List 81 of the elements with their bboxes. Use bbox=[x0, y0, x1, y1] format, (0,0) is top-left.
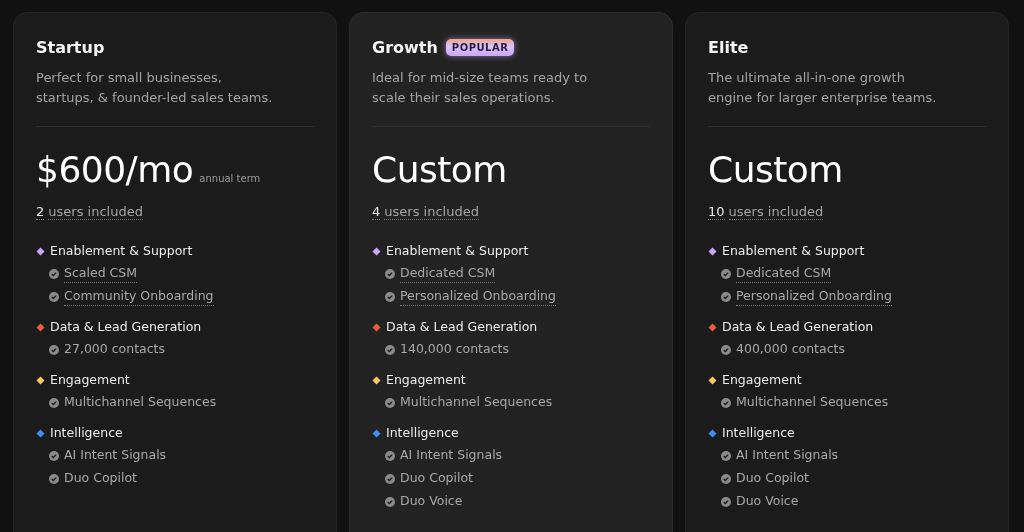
feature-text: 140,000 contacts bbox=[400, 340, 509, 358]
feature-text: Dedicated CSM bbox=[400, 264, 496, 283]
plan-name: Elite bbox=[708, 37, 749, 57]
feature-text: AI Intent Signals bbox=[400, 446, 503, 464]
plan-price: Custom bbox=[708, 149, 843, 190]
diamond-icon bbox=[708, 246, 717, 256]
feature-group-title: Data & Lead Generation bbox=[722, 318, 874, 336]
diamond-icon bbox=[372, 246, 381, 256]
popular-badge: POPULAR bbox=[445, 38, 515, 56]
feature-text: 400,000 contacts bbox=[736, 340, 845, 358]
feature-group-title: Data & Lead Generation bbox=[386, 318, 538, 336]
plan-name: Startup bbox=[36, 37, 105, 57]
feature-text: Dedicated CSM bbox=[736, 264, 832, 283]
check-circle-icon bbox=[385, 344, 395, 355]
diamond-icon bbox=[372, 428, 381, 438]
check-circle-icon bbox=[49, 291, 59, 302]
diamond-icon bbox=[36, 322, 45, 332]
check-circle-icon bbox=[49, 344, 59, 355]
plan-description: Ideal for mid-size teams ready to scale their sales operations. bbox=[372, 69, 589, 107]
users-label: users included bbox=[384, 204, 479, 220]
check-circle-icon bbox=[385, 496, 395, 507]
feature-text: Community Onboarding bbox=[64, 287, 214, 306]
feature-text: AI Intent Signals bbox=[64, 446, 167, 464]
price-term: annual term bbox=[199, 173, 261, 184]
feature-text: Duo Copilot bbox=[736, 469, 809, 487]
feature-text: Scaled CSM bbox=[64, 264, 137, 283]
users-count: 10 bbox=[708, 204, 725, 220]
feature-text: Multichannel Sequences bbox=[400, 393, 553, 411]
feature-text: Multichannel Sequences bbox=[736, 393, 889, 411]
feature-text: Personalized Onboarding bbox=[400, 287, 556, 306]
plan-description: The ultimate all-in-one growth engine for larger enterprise teams. bbox=[708, 69, 938, 107]
plan-name: Growth bbox=[372, 37, 438, 57]
check-circle-icon bbox=[385, 268, 395, 279]
check-circle-icon bbox=[385, 397, 395, 408]
feature-group-title: Intelligence bbox=[50, 424, 123, 442]
diamond-icon bbox=[708, 375, 717, 385]
diamond-icon bbox=[36, 246, 45, 256]
check-circle-icon bbox=[721, 496, 731, 507]
diamond-icon bbox=[708, 322, 717, 332]
feature-text: AI Intent Signals bbox=[736, 446, 839, 464]
check-circle-icon bbox=[721, 397, 731, 408]
check-circle-icon bbox=[49, 473, 59, 484]
check-circle-icon bbox=[721, 344, 731, 355]
users-label: users included bbox=[48, 204, 143, 220]
plan-price: Custom bbox=[372, 149, 507, 190]
feature-group-title: Enablement & Support bbox=[50, 242, 193, 260]
feature-group-title: Data & Lead Generation bbox=[50, 318, 202, 336]
feature-group-title: Engagement bbox=[386, 371, 466, 389]
diamond-icon bbox=[36, 428, 45, 438]
check-circle-icon bbox=[721, 291, 731, 302]
feature-text: Duo Voice bbox=[400, 492, 463, 510]
feature-group-title: Intelligence bbox=[722, 424, 795, 442]
check-circle-icon bbox=[385, 291, 395, 302]
check-circle-icon bbox=[721, 450, 731, 461]
check-circle-icon bbox=[49, 268, 59, 279]
diamond-icon bbox=[36, 375, 45, 385]
plan-description: Perfect for small businesses, startups, & founder-led sales teams. bbox=[36, 69, 274, 107]
feature-group-title: Intelligence bbox=[386, 424, 459, 442]
feature-text: Multichannel Sequences bbox=[64, 393, 217, 411]
feature-group-title: Engagement bbox=[722, 371, 802, 389]
users-count: 4 bbox=[372, 204, 381, 220]
plan-price: $600/mo bbox=[36, 149, 194, 190]
feature-group-title: Engagement bbox=[50, 371, 130, 389]
users-count: 2 bbox=[36, 204, 45, 220]
check-circle-icon bbox=[721, 473, 731, 484]
users-label: users included bbox=[728, 204, 824, 220]
feature-group-title: Enablement & Support bbox=[722, 242, 865, 260]
feature-text: Duo Voice bbox=[736, 492, 799, 510]
diamond-icon bbox=[372, 375, 381, 385]
check-circle-icon bbox=[385, 450, 395, 461]
diamond-icon bbox=[372, 322, 381, 332]
diamond-icon bbox=[708, 428, 717, 438]
check-circle-icon bbox=[49, 450, 59, 461]
check-circle-icon bbox=[49, 397, 59, 408]
feature-text: Duo Copilot bbox=[400, 469, 473, 487]
check-circle-icon bbox=[385, 473, 395, 484]
feature-group-title: Enablement & Support bbox=[386, 242, 529, 260]
feature-text: Duo Copilot bbox=[64, 469, 137, 487]
feature-text: Personalized Onboarding bbox=[736, 287, 892, 306]
feature-text: 27,000 contacts bbox=[64, 340, 165, 358]
check-circle-icon bbox=[721, 268, 731, 279]
